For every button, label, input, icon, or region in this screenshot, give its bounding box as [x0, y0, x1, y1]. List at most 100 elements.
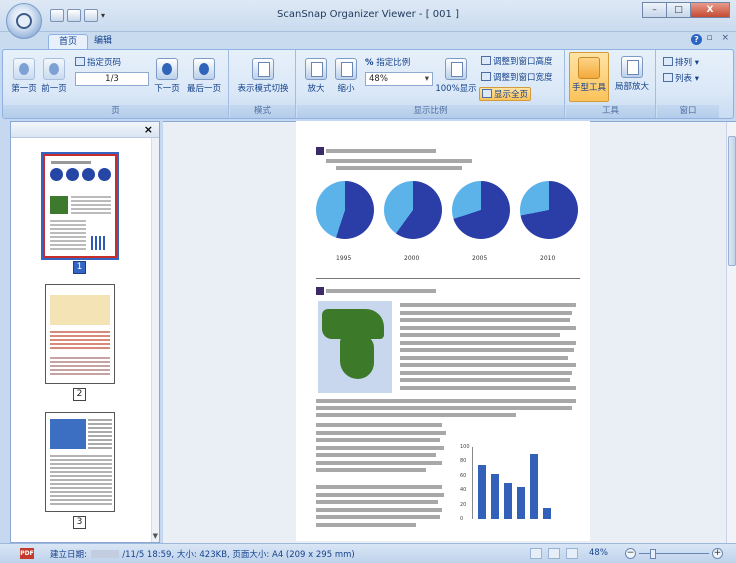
- page-number-3[interactable]: 3: [73, 516, 86, 529]
- app-menu-button[interactable]: [6, 3, 42, 39]
- maximize-button[interactable]: □: [666, 2, 690, 18]
- thumb-text: [50, 455, 112, 505]
- specify-page-button[interactable]: 指定页码: [75, 56, 121, 68]
- arrange-label: 排列: [675, 58, 693, 68]
- bar-axis-tick: 0: [460, 516, 464, 522]
- pie-year-label: 1995: [336, 255, 352, 262]
- fit-width-icon: [481, 72, 491, 81]
- first-page-button[interactable]: 第一页: [11, 58, 37, 94]
- bar-axis-tick: 60: [460, 472, 467, 479]
- divider: [316, 278, 580, 279]
- zoom-in-icon: [305, 58, 327, 80]
- zoom-out-icon[interactable]: −: [625, 548, 636, 559]
- close-icon[interactable]: ×: [144, 123, 153, 136]
- text-line: [400, 333, 560, 337]
- arrange-button[interactable]: 排列 ▾: [663, 56, 699, 68]
- chevron-down-icon: ▾: [692, 58, 699, 68]
- display-mode-icon: [252, 58, 274, 80]
- chevron-down-icon: ▾: [424, 74, 429, 84]
- continuous-view-icon[interactable]: [548, 548, 560, 559]
- percent-icon: %: [365, 58, 374, 68]
- zoom-in-icon[interactable]: +: [712, 548, 723, 559]
- list-button[interactable]: 列表 ▾: [663, 72, 699, 84]
- zoom-out-button[interactable]: 缩小: [333, 58, 359, 94]
- bar: [543, 508, 551, 519]
- pie-2000: [384, 181, 442, 239]
- bar-axis-tick: 20: [460, 501, 467, 508]
- text-line: [336, 166, 462, 170]
- fit-width-button[interactable]: 调整到窗口宽度: [481, 71, 553, 83]
- group-tools: 手型工具 局部放大 工具: [566, 50, 656, 118]
- zoom-in-button[interactable]: 放大: [303, 58, 329, 94]
- list-icon: [663, 73, 673, 82]
- page-number-input[interactable]: 1/3: [75, 72, 149, 86]
- zoom-ratio-select[interactable]: 48% ▾: [365, 72, 433, 86]
- thumbnail-page-2[interactable]: [45, 284, 115, 384]
- close-button[interactable]: X: [690, 2, 730, 18]
- status-bar: PDF 建立日期: /11/5 18:59, 大小: 423KB, 页面大小: …: [0, 543, 736, 563]
- text-line: [316, 522, 416, 527]
- scroll-down-icon[interactable]: ▼: [153, 532, 158, 540]
- text-line: [400, 355, 568, 360]
- zoom-slider[interactable]: − +: [625, 548, 725, 560]
- thumb-text: [50, 220, 86, 250]
- thumbnail-page-1[interactable]: [43, 154, 117, 258]
- thumb-text: [50, 331, 110, 351]
- grid-view-icon[interactable]: [566, 548, 578, 559]
- heading-marker: [316, 287, 324, 295]
- prev-page-button[interactable]: 前一页: [39, 58, 69, 94]
- thumbnail-panel: × 1 2 3 ▼: [10, 121, 160, 543]
- partial-zoom-button[interactable]: 局部放大: [612, 56, 652, 92]
- text-line: [400, 348, 574, 352]
- mdi-controls[interactable]: – ▫ ×: [693, 33, 732, 43]
- group-page-label: 页: [3, 105, 228, 118]
- map-land: [340, 335, 374, 379]
- window-controls: – □ X: [642, 2, 730, 18]
- display-mode-switch-button[interactable]: 表示模式切换: [232, 58, 294, 94]
- specify-ratio-button[interactable]: % 指定比例: [365, 56, 410, 68]
- thumb-text: [50, 357, 110, 377]
- bar-axis-line: [472, 447, 473, 519]
- chevron-down-icon: ▾: [692, 74, 699, 84]
- text-line: [316, 453, 436, 457]
- group-mode-label: 模式: [230, 105, 295, 118]
- single-page-view-icon[interactable]: [530, 548, 542, 559]
- page-number-2[interactable]: 2: [73, 388, 86, 401]
- pie-2010: [520, 181, 578, 239]
- text-line: [316, 423, 442, 427]
- text-line: [400, 325, 576, 330]
- vertical-scrollbar[interactable]: [726, 122, 736, 543]
- fit-height-button[interactable]: 调整到窗口高度: [481, 55, 553, 67]
- hundred-percent-button[interactable]: 100%显示: [435, 58, 477, 94]
- show-full-page-button[interactable]: 显示全页: [479, 87, 532, 101]
- thumbnail-page-3[interactable]: [45, 412, 115, 512]
- pdf-icon: PDF: [20, 548, 34, 559]
- partial-zoom-label: 局部放大: [614, 82, 649, 92]
- thumbnail-scrollbar[interactable]: ▼: [151, 138, 159, 542]
- text-line: [326, 289, 436, 293]
- bar: [530, 454, 538, 519]
- thumb-text: [88, 419, 112, 449]
- fit-height-label: 调整到窗口高度: [493, 57, 553, 67]
- tab-home[interactable]: 首页: [48, 34, 89, 49]
- zoom-ratio-value: 48%: [369, 74, 388, 84]
- magnifier-icon: [621, 56, 643, 78]
- scrollbar-thumb[interactable]: [728, 136, 736, 266]
- bar-axis-tick: 40: [460, 487, 467, 494]
- thumbnail-panel-header: ×: [11, 122, 159, 138]
- zoom-slider-knob[interactable]: [650, 549, 656, 559]
- app-logo-icon: [16, 13, 32, 29]
- page-number-1[interactable]: 1: [73, 261, 86, 274]
- tab-edit[interactable]: 编辑: [84, 34, 122, 49]
- prev-page-icon: [43, 58, 65, 80]
- last-page-button[interactable]: 最后一页: [184, 58, 224, 94]
- group-zoom-label: 显示比例: [297, 105, 564, 118]
- thumb-pie: [50, 168, 63, 181]
- bar: [478, 465, 486, 519]
- next-page-button[interactable]: 下一页: [152, 58, 182, 94]
- minimize-button[interactable]: –: [642, 2, 666, 18]
- hand-tool-button[interactable]: 手型工具: [569, 52, 609, 102]
- bar-axis-tick: 100: [460, 444, 470, 450]
- text-line: [400, 340, 576, 345]
- ribbon: 第一页 前一页 指定页码 1/3 下一页 最后一页 页 表示模式切换 模式 放大…: [2, 49, 734, 119]
